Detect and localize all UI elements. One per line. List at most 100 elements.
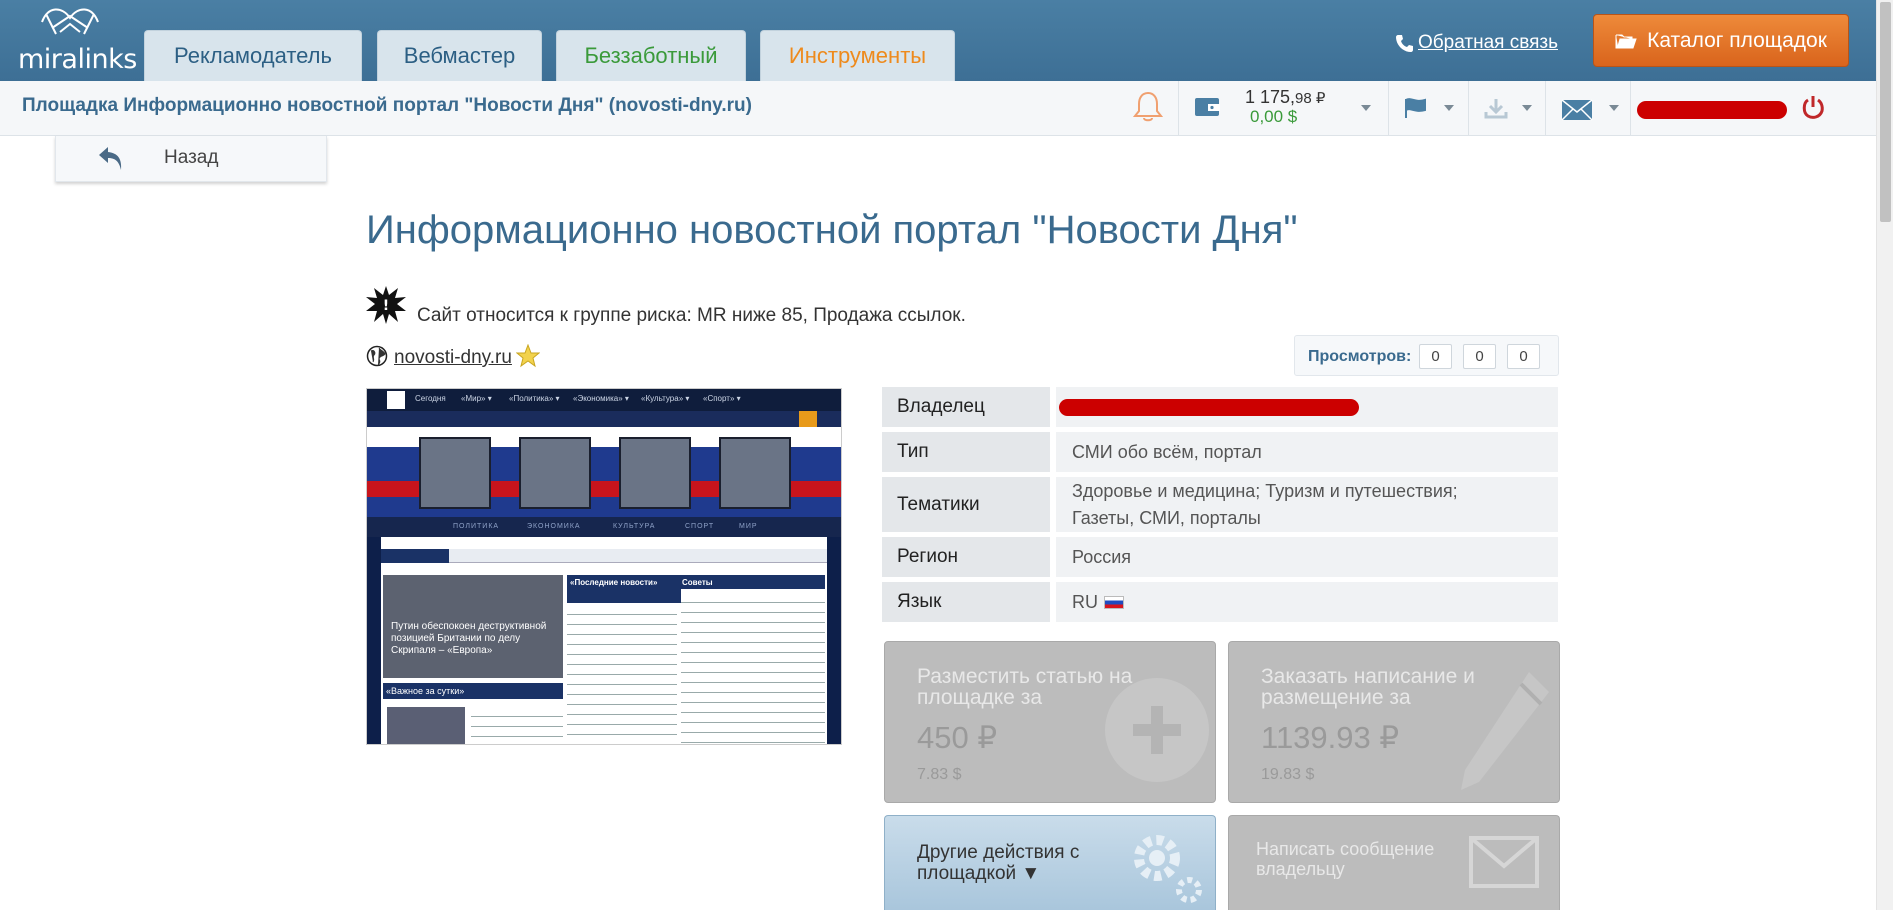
other-actions-tile[interactable]: Другие действия с площадкой ▼ xyxy=(884,815,1216,910)
separator xyxy=(1468,81,1469,136)
thumb-strip-item: ЭКОНОМИКА xyxy=(527,523,581,530)
info-label: Регион xyxy=(882,537,1050,577)
risk-warning-text: Сайт относится к группе риска: MR ниже 8… xyxy=(417,305,966,326)
separator xyxy=(1388,81,1389,136)
thumb-strip-item: КУЛЬТУРА xyxy=(613,523,656,530)
feedback-link[interactable]: Обратная связь xyxy=(1394,32,1558,54)
gears-icon xyxy=(1134,835,1202,903)
site-url-link[interactable]: novosti-dny.ru xyxy=(394,347,512,369)
place-article-tile[interactable]: Разместить статью на площадке за 450 ₽ 7… xyxy=(884,641,1216,803)
thumb-advice-lines xyxy=(681,593,825,744)
flag-dropdown-caret[interactable] xyxy=(1444,105,1454,111)
thumb-ticker-tag xyxy=(381,549,449,563)
info-row-language: Язык RU xyxy=(882,582,1558,622)
views-count-3: 0 xyxy=(1507,344,1540,369)
views-count-1: 0 xyxy=(1419,344,1452,369)
info-label: Владелец xyxy=(882,387,1050,427)
vertical-scrollbar[interactable] xyxy=(1876,0,1893,910)
balance-rub-cents: 98 ₽ xyxy=(1295,90,1326,107)
thumb-nav: Сегодня «Мир» ▾ «Политика» ▾ «Экономика»… xyxy=(367,389,841,411)
thumb-nav-item: Сегодня xyxy=(415,394,446,403)
logout-power-icon[interactable] xyxy=(1800,94,1826,120)
thumb-nav-item: «Культура» ▾ xyxy=(641,394,690,403)
info-label: Тип xyxy=(882,432,1050,472)
order-writing-title: Заказать написание и размещение за xyxy=(1261,665,1475,709)
catalog-button[interactable]: Каталог площадок xyxy=(1593,14,1849,67)
russia-flag-icon xyxy=(1104,595,1124,609)
separator xyxy=(1630,81,1631,136)
platform-title: Площадка Информационно новостной портал … xyxy=(22,95,752,116)
message-owner-tile[interactable]: Написать сообщение владельцу xyxy=(1228,815,1560,910)
thumb-nav-item: «Экономика» ▾ xyxy=(573,394,629,403)
back-arrow-icon xyxy=(99,147,122,170)
thumb-col-head: Советы xyxy=(679,575,825,589)
separator xyxy=(1178,81,1179,136)
info-label: Тематики xyxy=(882,477,1050,532)
thumb-card xyxy=(719,437,791,509)
mail-icon[interactable] xyxy=(1561,99,1593,121)
folder-open-icon xyxy=(1615,34,1637,48)
thumb-card xyxy=(519,437,591,509)
views-label: Просмотров: xyxy=(1308,348,1412,365)
handshake-logo-icon xyxy=(41,8,99,35)
globe-icon xyxy=(366,345,388,367)
thumb-strip-item: ПОЛИТИКА xyxy=(453,523,500,530)
scrollbar-thumb[interactable] xyxy=(1880,2,1891,222)
order-writing-tile[interactable]: Заказать написание и размещение за 1139.… xyxy=(1228,641,1560,803)
other-actions-label: Другие действия с площадкой ▼ xyxy=(917,842,1080,884)
owner-name-redacted[interactable] xyxy=(1059,399,1359,416)
top-navigation-bar: miralinks Рекламодатель Вебмастер Беззаб… xyxy=(0,0,1876,81)
info-row-region: Регион Россия xyxy=(882,537,1558,577)
balance-dropdown-caret[interactable] xyxy=(1361,105,1371,111)
wallet-icon[interactable] xyxy=(1194,95,1222,119)
place-article-title: Разместить статью на площадке за xyxy=(917,665,1133,709)
thumb-category-strip: ПОЛИТИКА ЭКОНОМИКА КУЛЬТУРА СПОРТ МИР xyxy=(367,517,841,537)
thumb-card xyxy=(619,437,691,509)
mail-dropdown-caret[interactable] xyxy=(1609,105,1619,111)
tab-tools[interactable]: Инструменты xyxy=(760,30,955,81)
notifications-bell-icon[interactable] xyxy=(1130,89,1166,125)
phone-icon xyxy=(1396,35,1413,52)
language-code: RU xyxy=(1072,591,1098,612)
place-article-usd: 7.83 $ xyxy=(917,766,962,783)
views-count-2: 0 xyxy=(1463,344,1496,369)
tab-webmaster[interactable]: Вебмастер xyxy=(377,30,542,81)
favorite-star-icon[interactable] xyxy=(516,344,540,368)
download-icon[interactable] xyxy=(1484,97,1508,119)
site-screenshot-thumbnail[interactable]: Сегодня «Мир» ▾ «Политика» ▾ «Экономика»… xyxy=(366,388,842,745)
views-counter: Просмотров: 0 0 0 xyxy=(1294,335,1559,376)
thumb-user-badge xyxy=(799,411,817,427)
thumb-home-icon xyxy=(387,391,405,409)
tab-advertiser[interactable]: Рекламодатель xyxy=(144,30,362,81)
balance-rub-main: 1 175, xyxy=(1245,87,1296,107)
thumb-photo-caption: Путин обеспокоен деструктивной позицией … xyxy=(391,621,547,656)
username-redacted[interactable] xyxy=(1637,101,1787,119)
thumb-col-head: «Последние новости» xyxy=(567,575,681,603)
thumb-subnav xyxy=(367,411,841,427)
balance-usd: 0,00 $ xyxy=(1250,107,1298,126)
download-dropdown-caret[interactable] xyxy=(1522,105,1532,111)
tab-carefree[interactable]: Беззаботный xyxy=(556,30,746,81)
info-row-type: Тип СМИ обо всём, портал xyxy=(882,432,1558,472)
page-title: Информационно новостной портал "Новости … xyxy=(366,208,1298,252)
info-value: Россия xyxy=(1056,537,1558,577)
thumb-important-lines xyxy=(471,707,563,744)
svg-text:!: ! xyxy=(383,298,389,314)
platform-subbar: Площадка Информационно новостной портал … xyxy=(0,81,1876,136)
info-value: Здоровье и медицина; Туризм и путешестви… xyxy=(1056,477,1558,532)
thumb-strip-item: СПОРТ xyxy=(685,523,715,530)
thumb-important-head: «Важное за сутки» xyxy=(383,683,563,699)
thumb-nav-item: «Политика» ▾ xyxy=(509,394,560,403)
envelope-icon xyxy=(1469,836,1539,888)
flag-icon[interactable] xyxy=(1403,97,1429,119)
info-row-topics: Тематики Здоровье и медицина; Туризм и п… xyxy=(882,477,1558,532)
info-value: СМИ обо всём, портал xyxy=(1056,432,1558,472)
miralinks-logo[interactable]: miralinks xyxy=(18,0,137,76)
logo-text: miralinks xyxy=(18,44,137,75)
feedback-label: Обратная связь xyxy=(1418,32,1558,53)
info-value-language: RU xyxy=(1056,582,1558,622)
back-button[interactable]: Назад xyxy=(55,136,327,182)
catalog-label: Каталог площадок xyxy=(1647,28,1827,52)
thumb-important-photo xyxy=(387,707,465,744)
place-article-price: 450 ₽ xyxy=(917,720,998,755)
